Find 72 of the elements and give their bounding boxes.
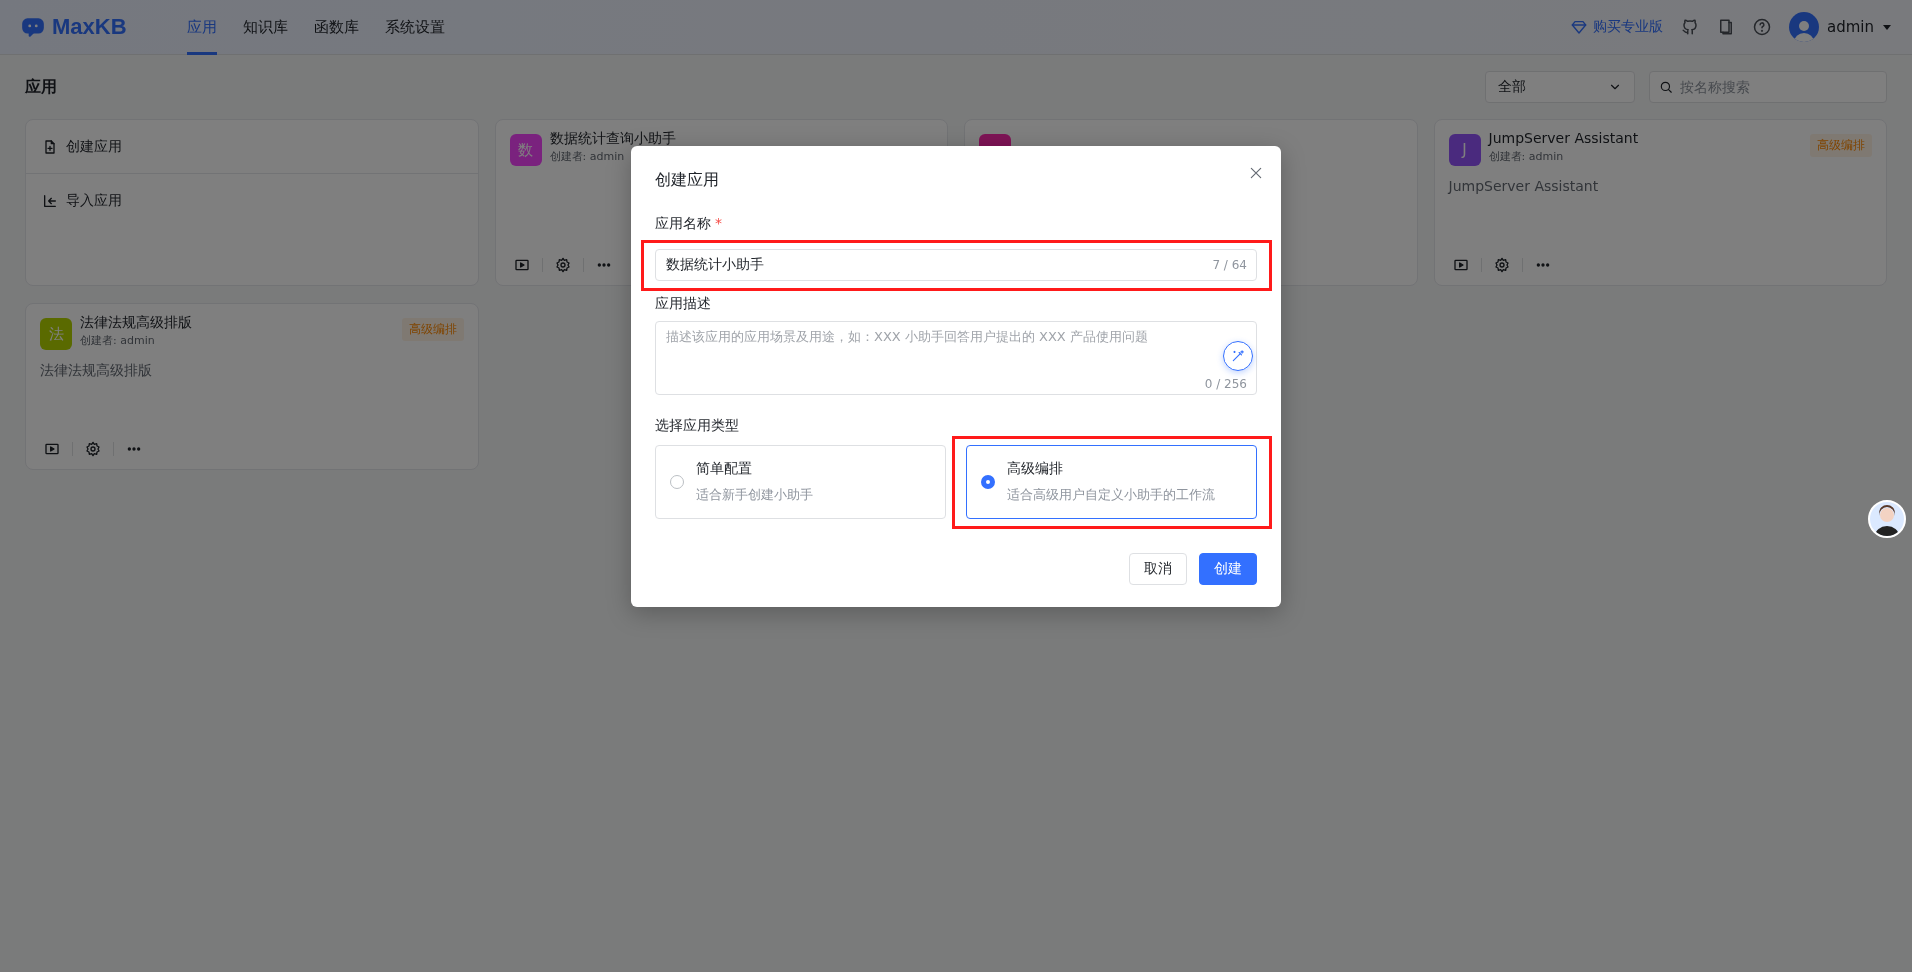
app-creator: 创建者: admin [1488, 149, 1565, 164]
field-label: 选择应用类型 [655, 417, 739, 435]
page-title: 应用 [25, 76, 57, 98]
settings-icon [1493, 257, 1510, 273]
book-icon [1717, 18, 1735, 36]
play-icon [513, 257, 530, 273]
cancel-button[interactable]: 取消 [1129, 553, 1187, 585]
close-icon [1249, 166, 1263, 180]
file-plus-icon [42, 138, 58, 155]
app-creator: 创建者: admin [549, 149, 626, 164]
option-description: 适合高级用户自定义小助手的工作流 [1007, 486, 1215, 504]
field-label: 应用描述 [655, 295, 711, 313]
field-label: 应用名称 [655, 215, 711, 233]
dialog-title: 创建应用 [655, 170, 720, 191]
assistant-avatar[interactable] [1868, 500, 1906, 538]
app-type-tag: 高级编排 [1810, 134, 1872, 157]
app-creator: 创建者: admin [80, 333, 156, 348]
nav-tab[interactable]: 系统设置 [385, 0, 445, 55]
settings-button[interactable] [85, 441, 101, 457]
char-counter: 7 / 64 [1212, 258, 1247, 272]
filter-select[interactable]: 全部 [1485, 71, 1635, 103]
play-button[interactable] [1452, 257, 1469, 273]
play-icon [44, 441, 60, 457]
app-avatar: J [1448, 134, 1481, 166]
char-counter: 0 / 256 [1204, 377, 1247, 391]
diamond-icon [1571, 19, 1587, 35]
app-description: JumpServer Assistant [1448, 178, 1600, 194]
settings-button[interactable] [1493, 257, 1510, 273]
app-description: 法律法规高级排版 [40, 362, 153, 380]
magic-wand-icon [1231, 349, 1245, 363]
create-button[interactable]: 创建 [1199, 553, 1257, 585]
play-button[interactable] [44, 441, 60, 457]
radio-button[interactable] [670, 475, 684, 489]
user-avatar [1789, 12, 1819, 42]
close-button[interactable] [1249, 166, 1263, 180]
app-card[interactable]: 法 法律法规高级排版 创建者: admin 高级编排 法律法规高级排版 [25, 303, 479, 470]
nav-tab[interactable]: 应用 [187, 0, 217, 55]
github-icon [1681, 18, 1699, 36]
settings-button[interactable] [554, 257, 571, 273]
upgrade-link[interactable]: 购买专业版 [1571, 18, 1663, 36]
help-button[interactable] [1753, 18, 1771, 36]
caret-icon [1882, 22, 1892, 32]
logo-text: MaxKB [52, 14, 127, 40]
app-title: 法律法规高级排版 [80, 314, 192, 330]
app-title: 数据统计查询小助手 [549, 130, 676, 146]
play-button[interactable] [513, 257, 530, 273]
search-icon [1659, 80, 1673, 94]
option-title: 简单配置 [696, 460, 753, 478]
option-title: 高级编排 [1007, 460, 1064, 478]
settings-icon [554, 257, 571, 273]
app-avatar: 法 [40, 318, 72, 350]
create-menu-item[interactable]: 导入应用 [26, 174, 478, 228]
app-type-tag: 高级编排 [401, 318, 464, 341]
help-icon [1753, 18, 1771, 36]
app-title: JumpServer Assistant [1488, 130, 1639, 146]
user-menu[interactable]: admin [1789, 12, 1892, 42]
user-name: admin [1827, 18, 1874, 36]
docs-button[interactable] [1717, 18, 1735, 36]
option-description: 适合新手创建小助手 [696, 486, 813, 504]
settings-icon [85, 441, 101, 457]
nav-tab[interactable]: 函数库 [314, 0, 359, 55]
play-icon [1452, 257, 1469, 273]
app-type-option[interactable]: 简单配置 适合新手创建小助手 [655, 445, 946, 519]
import-icon [42, 193, 58, 209]
github-button[interactable] [1681, 18, 1699, 36]
required-mark: * [715, 215, 722, 233]
radio-button[interactable] [981, 475, 995, 489]
create-menu-item[interactable]: 创建应用 [26, 120, 478, 174]
app-card[interactable]: J JumpServer Assistant 创建者: admin 高级编排 JumpServer Assistant [1433, 119, 1887, 286]
nav-tab[interactable]: 知识库 [243, 0, 288, 55]
app-avatar: 数 [509, 134, 542, 166]
app-type-option[interactable]: 高级编排 适合高级用户自定义小助手的工作流 [966, 445, 1257, 519]
